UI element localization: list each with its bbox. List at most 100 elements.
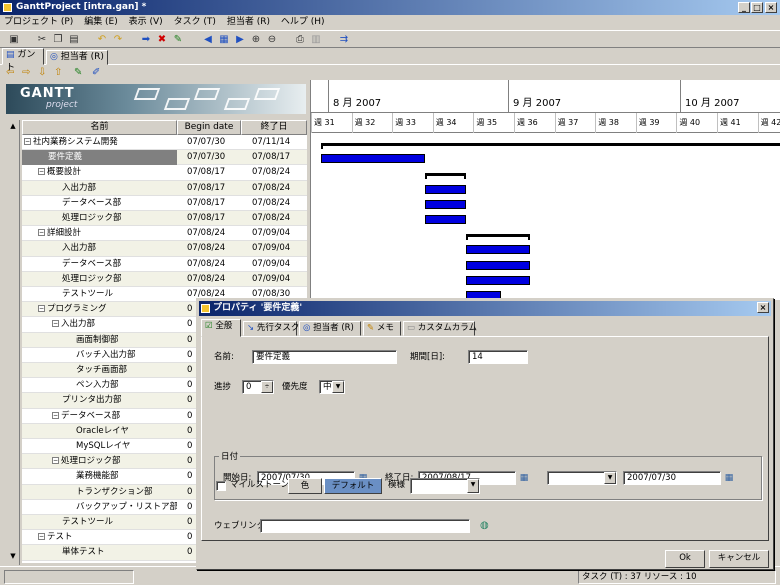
tree-toggle-icon[interactable]: −: [38, 533, 45, 541]
tree-toggle-icon[interactable]: −: [52, 320, 59, 328]
save-icon[interactable]: ▣: [8, 34, 20, 46]
date-mode-select[interactable]: ▼: [547, 471, 617, 485]
maximize-button[interactable]: □: [751, 2, 763, 13]
close-button[interactable]: ×: [765, 2, 777, 13]
cancel-button[interactable]: キャンセル: [709, 550, 769, 568]
task-bar[interactable]: [320, 154, 426, 164]
table-row[interactable]: 処理ロジック部 07/08/24 07/09/04: [22, 271, 307, 287]
unlink-icon[interactable]: ✐: [92, 67, 100, 78]
col-end[interactable]: 終了日: [241, 120, 307, 135]
gantt-chart[interactable]: 8 月 2007 9 月 2007 10 月 2007 週 31 週 32 週 33…: [310, 80, 780, 300]
task-bar[interactable]: [425, 199, 466, 209]
tree-toggle-icon[interactable]: −: [38, 168, 45, 176]
critical-path-icon[interactable]: ⇉: [338, 34, 350, 46]
summary-bar[interactable]: [465, 234, 530, 238]
tree-toggle-icon[interactable]: −: [52, 411, 59, 419]
col-begin[interactable]: Begin date: [177, 120, 241, 135]
col-name[interactable]: 名前: [22, 120, 177, 135]
properties-icon[interactable]: ✎: [172, 34, 184, 46]
unindent-icon[interactable]: ◀: [202, 34, 214, 46]
redo-icon[interactable]: ↷: [112, 34, 124, 46]
summary-bar[interactable]: [320, 143, 780, 146]
indent-icon[interactable]: ▦: [218, 34, 230, 46]
milestone-checkbox[interactable]: [216, 481, 226, 491]
table-row[interactable]: − 詳細設計 07/08/24 07/09/04: [22, 226, 307, 242]
priority-select[interactable]: 中 ▼: [319, 380, 345, 394]
menu-view[interactable]: 表示 (V): [125, 15, 167, 30]
menu-resource[interactable]: 担当者 (R): [223, 15, 274, 30]
task-bar[interactable]: [425, 215, 466, 224]
globe-icon[interactable]: ◍: [480, 519, 489, 532]
week-label: 週 34: [432, 113, 474, 133]
menu-task[interactable]: タスク (T): [170, 15, 220, 30]
arrow-up-icon[interactable]: ⇧: [54, 67, 62, 78]
table-row[interactable]: 入出力部 07/08/24 07/09/04: [22, 241, 307, 257]
menu-project[interactable]: プロジェクト (P): [0, 15, 77, 30]
new-task-icon[interactable]: ➡: [140, 34, 152, 46]
tree-toggle-icon[interactable]: −: [52, 457, 59, 465]
table-row[interactable]: データベース部 07/08/17 07/08/24: [22, 196, 307, 211]
arrow-down-icon[interactable]: ⇩: [38, 67, 46, 78]
pattern-select[interactable]: ▼: [410, 478, 480, 494]
preview-icon[interactable]: ▥: [310, 34, 322, 46]
summary-bar[interactable]: [425, 173, 466, 177]
tree-toggle-icon[interactable]: −: [24, 138, 31, 145]
notes-icon: ✎: [367, 323, 375, 333]
dialog-icon: [201, 304, 210, 313]
tree-toggle-icon[interactable]: −: [38, 229, 45, 237]
scroll-up-icon[interactable]: ▲: [8, 122, 18, 132]
table-row[interactable]: 要件定義 07/07/30 07/08/17: [22, 150, 307, 166]
paste-icon[interactable]: ▤: [68, 34, 80, 46]
tab-resources[interactable]: ◎ 担当者 (R): [46, 50, 108, 65]
zoom-out-icon[interactable]: ⊖: [266, 34, 278, 46]
link-icon[interactable]: ✎: [74, 67, 82, 78]
arrow-right-icon[interactable]: ⇨: [22, 67, 30, 78]
task-bar[interactable]: [465, 245, 530, 255]
chevron-down-icon[interactable]: ▼: [604, 472, 616, 484]
task-bar[interactable]: [465, 275, 530, 285]
duration-input[interactable]: 14: [468, 350, 528, 364]
minimize-button[interactable]: _: [738, 2, 750, 13]
task-bar[interactable]: [425, 184, 466, 194]
default-color-button[interactable]: デフォルト: [324, 478, 382, 494]
table-row[interactable]: 入出力部 07/08/17 07/08/24: [22, 180, 307, 196]
task-bar[interactable]: [465, 260, 530, 270]
dialog-close-button[interactable]: ×: [757, 302, 769, 313]
menu-help[interactable]: ヘルプ (H): [277, 15, 329, 30]
tree-toggle-icon[interactable]: −: [38, 305, 45, 313]
cut-icon[interactable]: ✂: [36, 34, 48, 46]
scroll-down-icon[interactable]: ▼: [8, 552, 18, 562]
move-down-icon[interactable]: ▶: [234, 34, 246, 46]
calendar-icon[interactable]: ▦: [517, 471, 531, 485]
tab-general[interactable]: ☑ 全般: [201, 319, 241, 337]
weblink-input[interactable]: [260, 519, 470, 533]
tab-notes[interactable]: ✎ メモ: [363, 321, 401, 336]
table-row[interactable]: − 概要設計 07/08/17 07/08/24: [22, 165, 307, 181]
calendar-icon[interactable]: ▦: [722, 471, 736, 485]
zoom-in-icon[interactable]: ⊕: [250, 34, 262, 46]
chevron-down-icon[interactable]: ▼: [467, 479, 479, 493]
table-row[interactable]: データベース部 07/08/24 07/09/04: [22, 257, 307, 272]
delete-task-icon[interactable]: ✖: [156, 34, 168, 46]
table-row[interactable]: − 社内業務システム開発 07/07/30 07/11/14: [22, 135, 307, 151]
print-icon[interactable]: ⎙: [294, 34, 306, 46]
tree-scroll-strip[interactable]: ▲ ▼: [6, 120, 20, 565]
ok-button[interactable]: Ok: [665, 550, 705, 568]
color-button[interactable]: 色: [288, 478, 322, 494]
progress-spinner[interactable]: 0 ÷: [242, 380, 274, 394]
third-date-input[interactable]: 2007/07/30: [623, 471, 721, 485]
tab-custom-columns[interactable]: ▭ カスタムカラム: [403, 321, 477, 336]
copy-icon[interactable]: ❐: [52, 34, 64, 46]
spinner-arrows-icon[interactable]: ÷: [261, 381, 273, 393]
undo-icon[interactable]: ↶: [96, 34, 108, 46]
menu-edit[interactable]: 編集 (E): [80, 15, 122, 30]
name-input[interactable]: 要件定義: [252, 350, 397, 364]
toolbar: ▣ ✂ ❐ ▤ ↶ ↷ ➡ ✖ ✎ ◀ ▦ ▶ ⊕ ⊖ ⎙ ▥ ⇉: [0, 30, 780, 48]
table-row[interactable]: 処理ロジック部 07/08/17 07/08/24: [22, 211, 307, 227]
tab-gantt[interactable]: ▤ ガント: [2, 48, 44, 73]
task-name: トランザクション部: [76, 486, 153, 497]
status-tasks: タスク (T) : 37 リソース : 10: [578, 570, 776, 584]
chevron-down-icon[interactable]: ▼: [332, 381, 344, 393]
tab-resources-dialog[interactable]: ◎ 担当者 (R): [299, 321, 361, 336]
tab-predecessors[interactable]: ↘ 先行タスク: [243, 321, 299, 336]
